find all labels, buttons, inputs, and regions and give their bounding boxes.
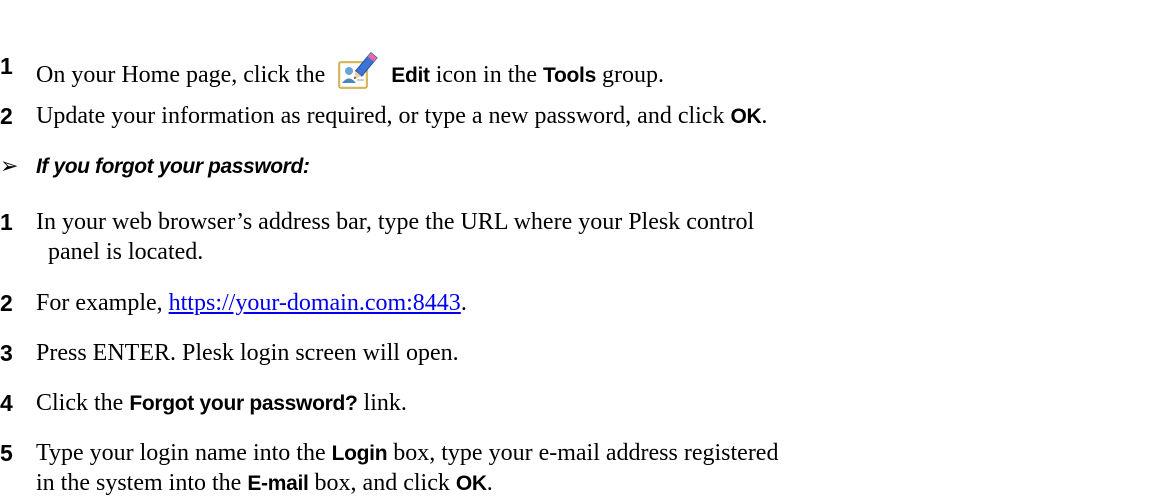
step-text-part: For example, bbox=[36, 290, 163, 316]
step-text-part: link. bbox=[363, 390, 407, 416]
step-number: 1 bbox=[0, 209, 13, 235]
step-text-part: group. bbox=[601, 62, 664, 88]
ui-term-edit: Edit bbox=[391, 64, 430, 87]
step-text-part: On your Home page, click the bbox=[36, 62, 326, 88]
step-number: 2 bbox=[0, 103, 13, 129]
step-text: Update your information as required, or … bbox=[36, 102, 767, 131]
example-url-link[interactable]: https://your-domain.com:8443 bbox=[169, 290, 461, 316]
step-number: 4 bbox=[0, 390, 13, 416]
step-text: Click the Forgot your password? link. bbox=[36, 389, 407, 418]
heading-text: If you forgot your password: bbox=[36, 155, 310, 178]
step-text: In your web browser’s address bar, type … bbox=[36, 209, 755, 235]
step-text-part: icon in the bbox=[435, 62, 538, 88]
step-text-part: . bbox=[460, 290, 467, 316]
step-text: For example, https://your-domain.com:844… bbox=[36, 289, 467, 317]
step-text: panel is located. bbox=[48, 239, 204, 265]
step-text-part: in the system into the bbox=[36, 470, 242, 496]
step-text-part: Update your information as required, or … bbox=[36, 103, 725, 129]
ui-term-email: E-mail bbox=[247, 472, 309, 495]
ui-term-ok: OK bbox=[455, 472, 487, 495]
step-text: Press ENTER. Plesk login screen will ope… bbox=[36, 340, 459, 366]
step-number: 1 bbox=[0, 53, 13, 79]
step-number: 2 bbox=[0, 290, 13, 316]
ui-term-ok: OK bbox=[730, 105, 762, 128]
step-text-part: box, and click bbox=[314, 470, 450, 496]
step-text-part: . bbox=[486, 470, 493, 496]
step-text-part: . bbox=[761, 103, 768, 129]
step-text: On your Home page, click the Edit icon i… bbox=[36, 52, 664, 92]
step-text-part: Click the bbox=[36, 390, 124, 416]
ui-term-login: Login bbox=[331, 442, 388, 465]
step-number: 3 bbox=[0, 340, 13, 366]
ui-term-tools: Tools bbox=[543, 64, 596, 87]
step-text: Type your login name into the Login box,… bbox=[36, 439, 778, 468]
step-text: in the system into the E-mail box, and c… bbox=[36, 469, 493, 498]
arrow-bullet-icon: ➢ bbox=[0, 154, 19, 179]
ui-term-forgot-password: Forgot your password? bbox=[129, 392, 358, 415]
step-text-part: Type your login name into the bbox=[36, 440, 326, 466]
step-number: 5 bbox=[0, 440, 13, 466]
step-text-part: box, type your e-mail address registered bbox=[393, 440, 779, 466]
edit-icon bbox=[338, 52, 379, 89]
